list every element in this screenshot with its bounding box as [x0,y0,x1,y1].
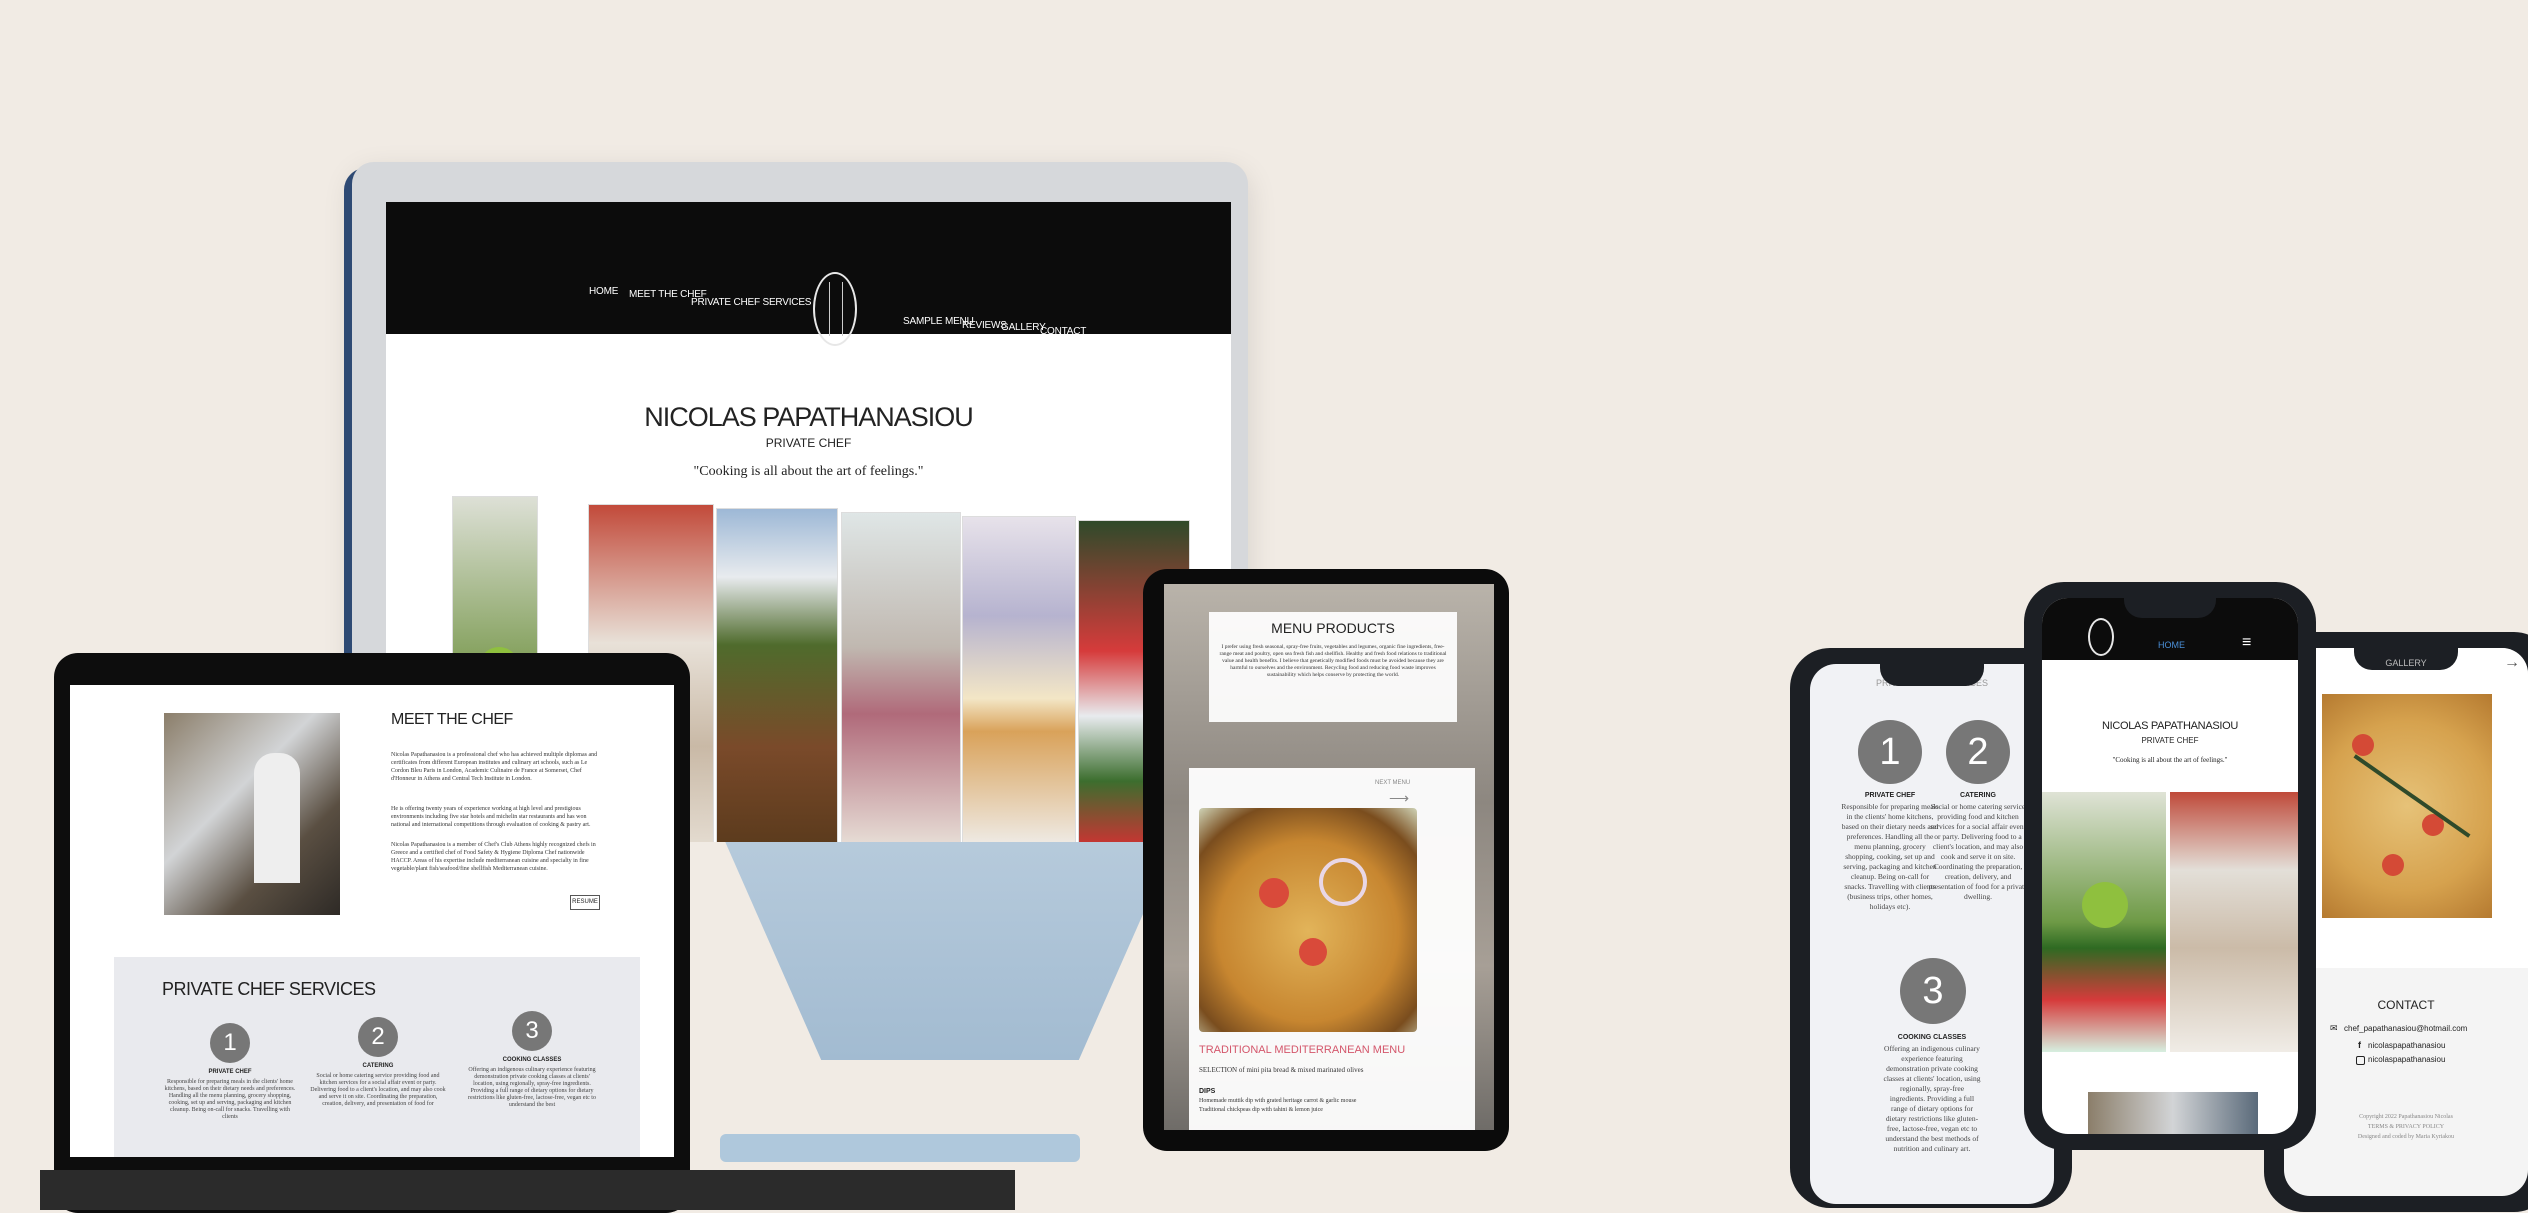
page-title: NICOLAS PAPATHANASIOU [644,402,974,432]
chef-figure [254,753,300,883]
service-2-text: Social or home catering service providin… [310,1073,446,1107]
pl-service-3-text: Offering an indigenous culinary experien… [1883,1044,1981,1153]
contact-facebook[interactable]: nicolaspapathanasiou [2368,1041,2445,1050]
dips-title: DIPS [1199,1088,1216,1095]
pl-service-3-title: COOKING CLASSES [1897,1034,1967,1041]
tomato-shape [1259,878,1289,908]
service-2-number: 2 [358,1017,398,1057]
dip-2: Traditional chickpeas dip with tahini & … [1199,1107,1323,1113]
tomato-dot-3 [2382,854,2404,876]
page-quote: "Cooking is all about the art of feeling… [693,464,924,479]
page-subtitle: PRIVATE CHEF [765,436,852,450]
service-3-number: 3 [512,1011,552,1051]
dip-1: Homemade muttik dip with grated heritage… [1199,1098,1357,1104]
service-3-text: Offering an indigenous culinary experien… [468,1067,596,1108]
pl-service-2-text: Social or home catering service providin… [1928,802,2028,901]
phone-left-screen: PRIVATE CHEF SERVICES 1 PRIVATE CHEF Res… [1810,664,2054,1204]
pc-logo[interactable] [2088,618,2114,656]
pc-nav-home[interactable]: HOME [2158,640,2185,650]
arrow-right-icon[interactable]: → [2504,654,2520,672]
imac-stand [720,830,1180,1060]
service-1-title: PRIVATE CHEF [208,1069,252,1075]
pl-service-2-number: 2 [1946,720,2010,784]
tomato-shape-2 [1299,938,1327,966]
nav-reviews[interactable]: REVIEWS [962,320,1007,331]
service-2-title: CATERING [362,1063,394,1069]
menu-products-title: MENU PRODUCTS [1271,620,1395,636]
laptop-base [40,1170,1015,1210]
contact-email[interactable]: chef_papathanasiou@hotmail.com [2344,1024,2467,1033]
next-menu-link[interactable]: NEXT MENU [1375,780,1410,786]
menu-section-title: TRADITIONAL MEDITERRANEAN MENU [1199,1044,1406,1056]
phone-center-screen: HOME ≡ NICOLAS PAPATHANASIOU PRIVATE CHE… [2042,598,2298,1134]
credit: Designed and coded by Maria Kyriakou [2357,1134,2455,1140]
herb-line [2353,754,2471,838]
services-panel: PRIVATE CHEF SERVICES 1 PRIVATE CHEF Res… [114,957,640,1157]
meet-title: MEET THE CHEF [391,711,513,728]
terms-link[interactable]: TERMS & PRIVACY POLICY [2284,1124,2528,1130]
instagram-icon[interactable] [2356,1056,2365,1065]
nav-private-chef-services[interactable]: PRIVATE CHEF SERVICES [691,297,811,308]
pl-service-2-title: CATERING [1959,792,1997,799]
menu-selection: SELECTION of mini pita bread & mixed mar… [1199,1066,1364,1074]
nav-gallery[interactable]: GALLERY [1001,322,1046,333]
onion-shape [1319,858,1367,906]
pc-subtitle: PRIVATE CHEF [2141,736,2199,745]
focaccia-photo [2322,694,2492,918]
menu-products-card: MENU PRODUCTS I prefer using fresh seaso… [1209,612,1457,722]
facebook-icon[interactable]: f [2358,1040,2361,1050]
tablet-screen: MENU PRODUCTS I prefer using fresh seaso… [1164,584,1494,1130]
laptop-screen: MEET THE CHEF Nicolas Papathanasiou is a… [70,685,674,1157]
pc-lime-shape [2082,882,2128,928]
site-nav: HOME MEET THE CHEF PRIVATE CHEF SERVICES… [386,202,1231,346]
site-logo[interactable] [813,272,857,346]
phone-center-notch [2124,598,2216,618]
meet-text-3: Nicolas Papathanasiou is a member of Che… [391,842,596,872]
services-title: PRIVATE CHEF SERVICES [162,979,376,999]
menu-card: NEXT MENU ⟶ TRADITIONAL MEDITERRANEAN ME… [1189,768,1475,1130]
arrow-right-icon[interactable]: ⟶ [1389,790,1409,807]
tomato-dot-1 [2352,734,2374,756]
contact-instagram[interactable]: nicolaspapathanasiou [2368,1055,2445,1064]
meet-text: Nicolas Papathanasiou is a professional … [391,752,598,782]
pc-photo-platter [2170,792,2298,1052]
photo-glasses [841,512,961,842]
imac-foot [720,1134,1080,1162]
service-1-text: Responsible for preparing meals in the c… [164,1079,296,1120]
hamburger-menu-icon[interactable]: ≡ [2242,634,2251,652]
menu-products-text: I prefer using fresh seasonal, spray-fre… [1219,644,1447,678]
service-1-number: 1 [210,1023,250,1063]
pl-service-3-number: 3 [1900,958,1966,1024]
pc-quote: "Cooking is all about the art of feeling… [2112,756,2228,764]
nav-contact[interactable]: CONTACT [1040,326,1086,337]
pc-photo-chef [2088,1092,2258,1134]
resume-button[interactable]: RESUME [570,895,600,910]
photo-meat [716,508,838,842]
pl-service-1-number: 1 [1858,720,1922,784]
envelope-icon: ✉ [2330,1023,2338,1033]
pc-title: NICOLAS PAPATHANASIOU [2101,720,2239,732]
phone-right-screen: GALLERY ← → CONTACT ✉ chef_papathanasiou… [2284,648,2528,1196]
gallery-header: GALLERY [2385,658,2427,668]
salad-photo [1199,808,1417,1032]
nav-home[interactable]: HOME [589,286,618,297]
pc-photo-lime [2042,792,2166,1052]
pl-service-1-text: Responsible for preparing meals in the c… [1841,802,1939,911]
photo-plate [962,516,1076,842]
phone-left-notch [1880,664,1984,686]
service-3-title: COOKING CLASSES [502,1057,562,1063]
contact-title: CONTACT [2377,998,2435,1012]
copyright: Copyright 2022 Papathanasiou Nicolas [2359,1114,2453,1120]
logo-mark [829,282,843,336]
chef-photo [164,713,340,915]
meet-text-2: He is offering twenty years of experienc… [391,806,591,828]
